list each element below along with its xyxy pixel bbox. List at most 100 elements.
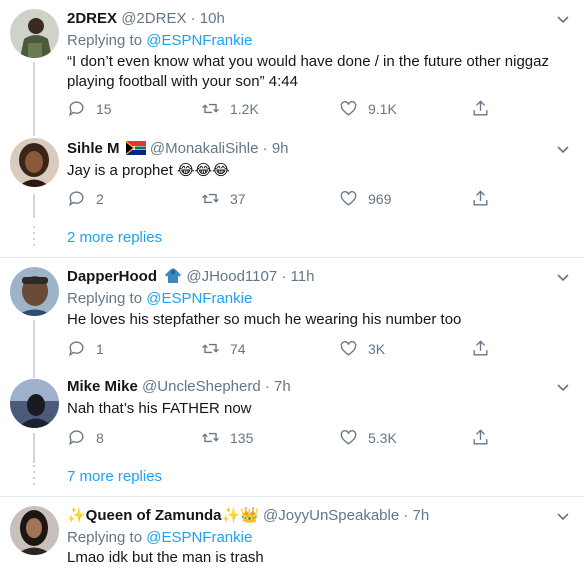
share-icon <box>473 100 488 116</box>
chevron-down-icon[interactable] <box>556 380 570 394</box>
display-name[interactable]: Mike Mike <box>67 378 138 395</box>
chevron-down-icon[interactable] <box>556 12 570 26</box>
more-replies-link[interactable]: 2 more replies <box>67 228 162 248</box>
replying-to-label: Replying to <box>67 290 147 307</box>
avatar[interactable] <box>10 267 59 316</box>
reply-icon <box>69 430 84 446</box>
reply-count: 2 <box>96 190 104 207</box>
reply-button[interactable]: 1 <box>67 339 104 358</box>
share-icon <box>473 340 488 356</box>
replying-to: Replying to @ESPNFrankie <box>67 528 252 548</box>
timestamp[interactable]: 10h <box>200 10 225 27</box>
retweet-icon <box>202 432 219 443</box>
chevron-down-icon[interactable] <box>556 509 570 523</box>
share-button[interactable] <box>471 99 500 118</box>
timestamp[interactable]: 11h <box>291 268 315 285</box>
tweet-text: Jay is a prophet 😂😂😂 <box>67 162 230 179</box>
user-handle[interactable]: @JoyyUnSpeakable <box>263 507 399 524</box>
tweet-mike-mike[interactable]: Mike Mike @UncleShepherd · 7h Nah that’s… <box>0 373 584 463</box>
share-button[interactable] <box>471 428 500 447</box>
thread-line <box>33 194 35 218</box>
like-button[interactable]: 969 <box>339 189 391 208</box>
retweet-button[interactable]: 1.2K <box>201 99 259 118</box>
heart-icon <box>340 430 357 445</box>
user-handle[interactable]: @JHood1107 <box>186 268 277 285</box>
like-count: 5.3K <box>368 429 397 446</box>
display-name[interactable]: DapperHood <box>67 268 157 285</box>
thread-dots <box>33 226 35 250</box>
heart-icon <box>340 101 357 116</box>
like-count: 9.1K <box>368 100 397 117</box>
retweet-count: 135 <box>230 429 254 446</box>
tweet-actions: 2 37 969 <box>67 189 488 209</box>
thread-line <box>33 433 35 463</box>
mention-link[interactable]: @ESPNFrankie <box>146 32 252 49</box>
like-button[interactable]: 9.1K <box>339 99 397 118</box>
reply-count: 15 <box>96 100 112 117</box>
timestamp[interactable]: 9h <box>272 140 289 157</box>
timestamp[interactable]: 7h <box>413 507 430 524</box>
reply-icon <box>69 341 84 357</box>
reply-icon <box>69 191 84 207</box>
share-icon <box>473 429 488 445</box>
thread-dots <box>33 465 35 489</box>
replying-to: Replying to @ESPNFrankie <box>67 31 252 51</box>
reply-button[interactable]: 15 <box>67 99 112 118</box>
tweet-sihle-m[interactable]: Sihle M @MonakaliSihle · 9h Jay is a pro… <box>0 128 584 218</box>
thread-line <box>33 128 35 136</box>
retweet-icon <box>202 193 219 204</box>
more-replies-link[interactable]: 7 more replies <box>67 467 162 487</box>
retweet-count: 1.2K <box>230 100 259 117</box>
hoodie-icon <box>165 268 182 283</box>
heart-icon <box>340 341 357 356</box>
separator: · <box>190 10 196 27</box>
replying-to-label: Replying to <box>67 529 147 546</box>
reply-button[interactable]: 2 <box>67 189 104 208</box>
share-button[interactable] <box>471 189 500 208</box>
tweet-header: DapperHood @JHood1107 · 11h <box>67 267 314 287</box>
like-count: 969 <box>368 190 392 207</box>
reply-count: 1 <box>96 340 104 357</box>
user-handle[interactable]: @MonakaliSihle <box>150 140 259 157</box>
mention-link[interactable]: @ESPNFrankie <box>146 290 252 307</box>
user-handle[interactable]: @UncleShepherd <box>142 378 261 395</box>
avatar[interactable] <box>10 379 59 428</box>
retweet-count: 37 <box>230 190 246 207</box>
retweet-icon <box>202 103 219 114</box>
display-name[interactable]: Sihle M <box>67 140 120 157</box>
like-count: 3K <box>368 340 386 357</box>
tweet-queen-of-zamunda[interactable]: ✨Queen of Zamunda✨👑 @JoyyUnSpeakable · 7… <box>0 497 584 569</box>
tweet-text: Nah that’s his FATHER now <box>67 400 252 417</box>
reply-button[interactable]: 8 <box>67 428 104 447</box>
chevron-down-icon[interactable] <box>556 270 570 284</box>
retweet-icon <box>202 343 219 354</box>
retweet-button[interactable]: 135 <box>201 428 253 447</box>
user-handle[interactable]: @2DREX <box>121 10 186 27</box>
thread-line <box>33 320 35 373</box>
avatar[interactable] <box>10 506 59 555</box>
tweet-header: Sihle M @MonakaliSihle · 9h <box>67 139 289 159</box>
heart-icon <box>340 191 357 206</box>
tweet-header: Mike Mike @UncleShepherd · 7h <box>67 377 291 397</box>
separator: · <box>262 140 268 157</box>
chevron-down-icon[interactable] <box>556 142 570 156</box>
share-button[interactable] <box>471 339 500 358</box>
retweet-button[interactable]: 37 <box>201 189 246 208</box>
avatar[interactable] <box>10 9 59 58</box>
retweet-button[interactable]: 74 <box>201 339 246 358</box>
thread-line <box>33 373 35 378</box>
display-name[interactable]: ✨Queen of Zamunda✨👑 <box>67 507 259 524</box>
mention-link[interactable]: @ESPNFrankie <box>146 529 252 546</box>
like-button[interactable]: 5.3K <box>339 428 397 447</box>
like-button[interactable]: 3K <box>339 339 385 358</box>
tweet-text: “I don’t even know what you would have d… <box>67 53 549 90</box>
tweet-2drex[interactable]: 2DREX @2DREX · 10h Replying to @ESPNFran… <box>0 0 584 128</box>
avatar[interactable] <box>10 138 59 187</box>
tweet-dapperhood[interactable]: DapperHood @JHood1107 · 11h Replying to … <box>0 258 584 373</box>
tweet-header: ✨Queen of Zamunda✨👑 @JoyyUnSpeakable · 7… <box>67 506 429 526</box>
replying-to: Replying to @ESPNFrankie <box>67 289 252 309</box>
tweet-text: Lmao idk but the man is trash <box>67 549 264 566</box>
separator: · <box>281 268 287 285</box>
timestamp[interactable]: 7h <box>274 378 291 395</box>
display-name[interactable]: 2DREX <box>67 10 117 27</box>
